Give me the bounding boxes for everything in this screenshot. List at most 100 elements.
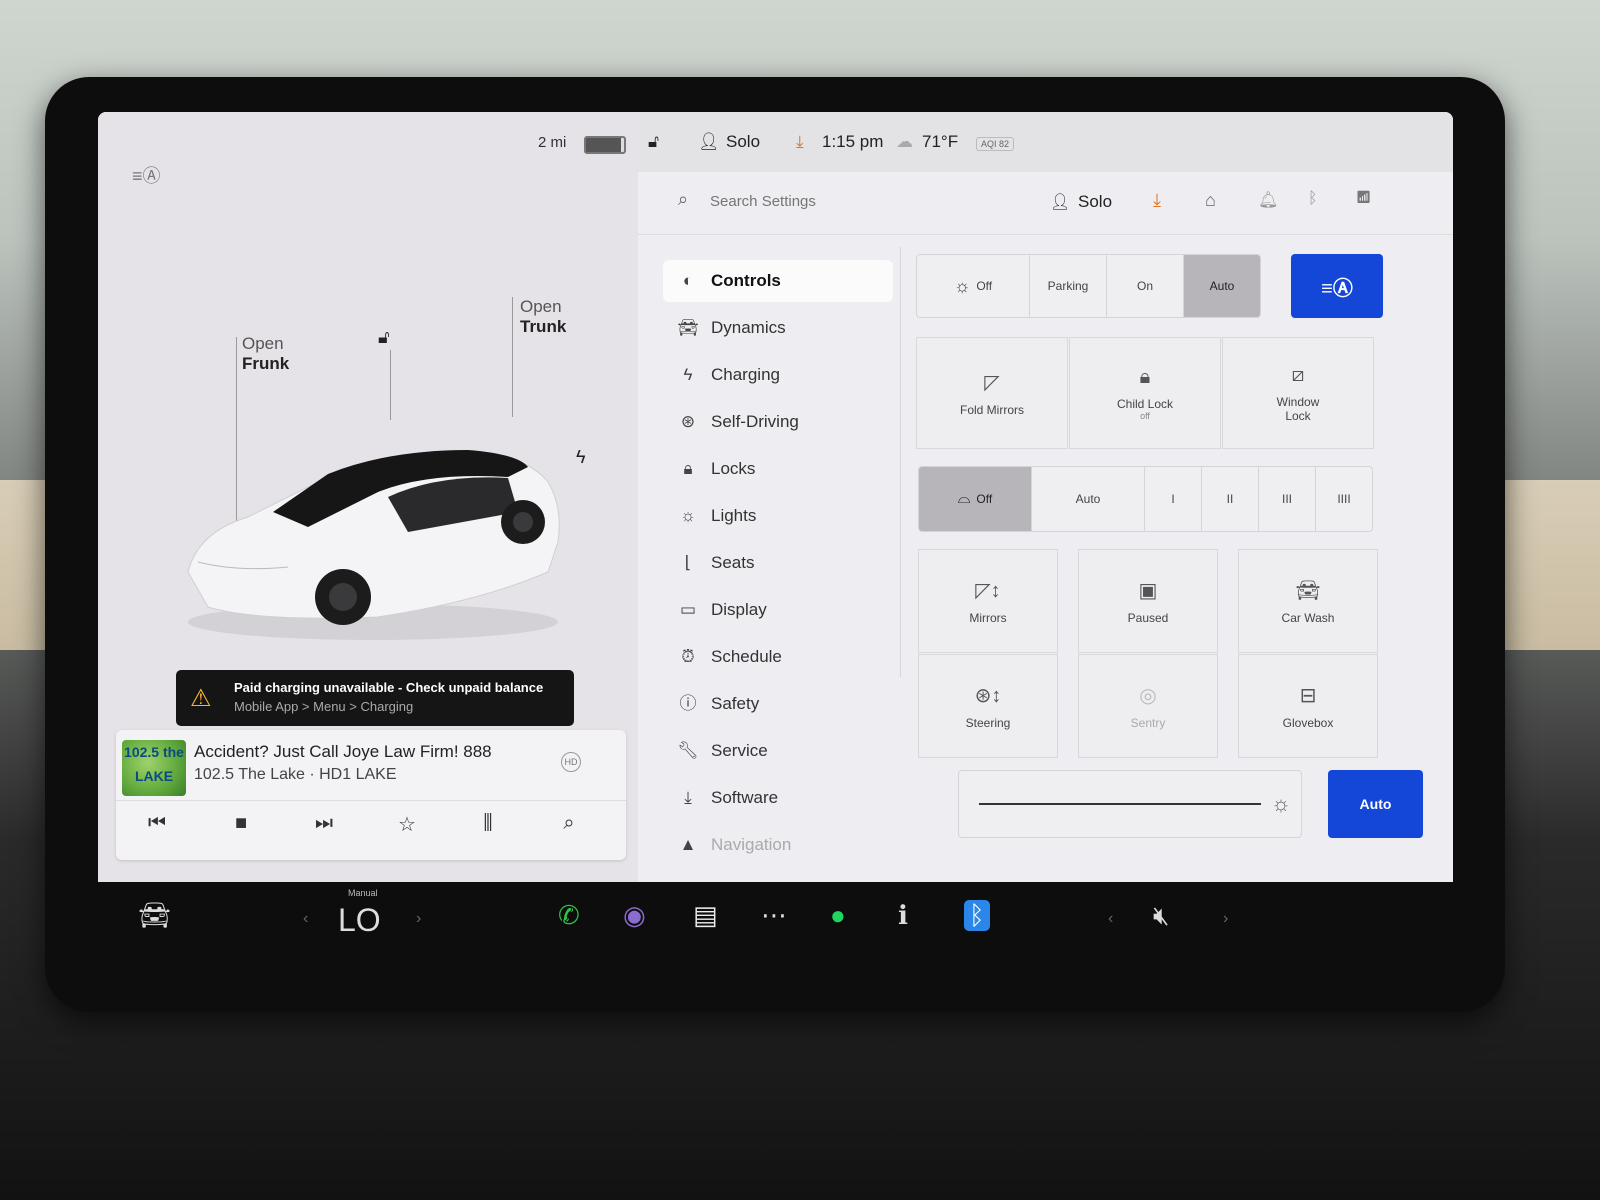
nav-controls[interactable]: ◐ Controls <box>663 260 893 302</box>
bolt-icon: ϟ <box>683 365 693 384</box>
nav-label: Schedule <box>711 647 782 666</box>
unlock-icon[interactable]: 🔓︎ <box>378 327 390 348</box>
sentry-button[interactable]: ◎ Sentry <box>1078 654 1218 758</box>
charging-alert[interactable]: ⚠ Paid charging unavailable - Check unpa… <box>176 670 574 726</box>
software-update-icon[interactable]: ⤓ <box>1153 190 1161 211</box>
search-icon[interactable]: ⌕ <box>554 812 584 835</box>
headlights-parking-button[interactable]: Parking <box>1030 255 1107 317</box>
nav-label: Locks <box>711 459 756 478</box>
settings-nav: ◐ Controls 🚘︎ Dynamics ϟ Charging ⊛ Self-Dri… <box>663 260 893 871</box>
nav-service[interactable]: 🔧︎ Service <box>663 730 893 777</box>
open-trunk-button[interactable]: Open Trunk <box>520 297 566 337</box>
notification-bell-icon[interactable]: 🔔︎ <box>1258 190 1278 210</box>
cabin-temperature[interactable]: LO <box>338 902 381 939</box>
nav-charging[interactable]: ϟ Charging <box>663 354 893 401</box>
wipers-off-button[interactable]: ⌓ Off <box>919 467 1032 531</box>
nav-label: Safety <box>711 694 760 713</box>
next-icon[interactable]: ⏭ <box>309 812 339 835</box>
bluetooth-icon[interactable]: ᛒ <box>1308 190 1318 208</box>
nav-label: Dynamics <box>711 318 786 337</box>
headlights-on-button[interactable]: On <box>1107 255 1184 317</box>
steering-adjust-button[interactable]: ⊛↕ Steering <box>918 654 1058 758</box>
camera-icon[interactable]: ◉ <box>623 900 646 931</box>
favorite-star-icon[interactable]: ☆ <box>392 812 422 837</box>
more-apps-icon[interactable]: ⋯ <box>761 900 787 931</box>
sun-icon: ☼ <box>953 275 971 296</box>
previous-icon[interactable]: ⏮ <box>142 812 172 835</box>
glovebox-button[interactable]: ⊟ Glovebox <box>1238 654 1378 758</box>
window-lock-button[interactable]: ⧄ Window Lock <box>1222 337 1374 449</box>
wipers-auto-button[interactable]: Auto <box>1032 467 1145 531</box>
nav-display[interactable]: ▭ Display <box>663 589 893 636</box>
nav-label: Seats <box>711 553 755 572</box>
wipers-speed-1-label: I <box>1171 492 1175 506</box>
child-lock-status: off <box>1140 410 1150 421</box>
window-lock-label: Window Lock <box>1276 394 1320 423</box>
status-profile-name[interactable]: Solo <box>726 132 760 152</box>
nav-schedule[interactable]: ⏰︎ Schedule <box>663 636 893 683</box>
nav-dynamics[interactable]: 🚘︎ Dynamics <box>663 307 893 354</box>
spotify-icon[interactable]: ● <box>830 900 846 931</box>
nav-lights[interactable]: ☼ Lights <box>663 495 893 542</box>
brightness-auto-button[interactable]: Auto <box>1328 770 1423 838</box>
car-icon: 🚘︎ <box>677 318 699 337</box>
unlock-status-icon[interactable]: 🔓︎ <box>648 132 659 152</box>
charge-port-icon[interactable]: ϟ <box>576 447 586 468</box>
nav-label: Self-Driving <box>711 412 799 431</box>
car-wash-button[interactable]: 🚘︎ Car Wash <box>1238 549 1378 653</box>
mute-icon[interactable]: 🔇︎ <box>1153 900 1169 932</box>
lte-signal-icon: 📶︎ <box>1356 190 1372 204</box>
steering-adjust-icon: ⊛↕ <box>974 684 1002 707</box>
brightness-track[interactable] <box>979 803 1261 805</box>
update-download-icon[interactable]: ⤓ <box>796 132 804 152</box>
weather-icon: ☁ <box>896 132 913 151</box>
volume-up-chevron-icon[interactable]: › <box>1223 910 1228 928</box>
open-frunk-button[interactable]: Open Frunk <box>242 334 289 374</box>
wiper-icon: ⌓ <box>957 490 971 507</box>
wipers-speed-3-button[interactable]: III <box>1259 467 1316 531</box>
display-brightness-slider[interactable]: ☼ <box>958 770 1302 838</box>
calendar-icon[interactable]: ▤ <box>693 900 718 931</box>
homelink-icon[interactable]: ⌂ <box>1205 190 1216 211</box>
settings-header: ⌕ 👤︎ Solo ⤓ ⌂ 🔔︎ ᛒ 📶︎ <box>638 172 1453 235</box>
dashcam-button[interactable]: ▣ Paused <box>1078 549 1218 653</box>
nav-label: Display <box>711 600 767 619</box>
profile-icon: 👤︎ <box>698 132 720 151</box>
bluetooth-icon[interactable]: ᛒ <box>964 900 990 931</box>
header-profile-name[interactable]: Solo <box>1078 192 1112 212</box>
mirrors-adjust-button[interactable]: ◸↕ Mirrors <box>918 549 1058 653</box>
auto-high-beam-icon: ≡Ⓐ <box>1321 277 1353 300</box>
headlights-auto-button[interactable]: Auto <box>1184 255 1260 317</box>
auto-high-beam-button[interactable]: ≡Ⓐ <box>1291 254 1383 318</box>
hd-radio-badge: HD <box>561 752 581 772</box>
stop-icon[interactable]: ■ <box>226 812 256 835</box>
car-icon[interactable]: 🚘︎ <box>138 900 171 931</box>
wipers-speed-4-button[interactable]: IIII <box>1316 467 1372 531</box>
battery-range: 2 mi <box>538 134 567 151</box>
child-lock-button[interactable]: 🔒︎ Child Lock off <box>1069 337 1221 449</box>
trunk-label: Trunk <box>520 317 567 336</box>
volume-down-chevron-icon[interactable]: ‹ <box>1108 910 1113 928</box>
nav-label: Charging <box>711 365 780 384</box>
phone-icon[interactable]: ✆ <box>558 900 580 931</box>
nav-software[interactable]: ⤓ Software <box>663 777 893 824</box>
station-logo: 102.5 the LAKE <box>122 740 186 796</box>
car-wash-label: Car Wash <box>1281 610 1335 625</box>
temp-up-chevron-icon[interactable]: › <box>416 910 421 928</box>
manual-info-icon[interactable]: ℹ <box>898 900 908 931</box>
nav-seats[interactable]: ⌊ Seats <box>663 542 893 589</box>
equalizer-icon[interactable]: ⫼ <box>473 812 503 835</box>
nav-locks[interactable]: 🔒︎ Locks <box>663 448 893 495</box>
fold-mirrors-button[interactable]: ◸ Fold Mirrors <box>916 337 1068 449</box>
temp-down-chevron-icon[interactable]: ‹ <box>303 910 308 928</box>
nav-safety[interactable]: ⓘ Safety <box>663 683 893 730</box>
search-settings-input[interactable] <box>708 192 1012 211</box>
nav-navigation[interactable]: ▲ Navigation <box>663 824 893 871</box>
battery-icon <box>584 136 626 154</box>
nav-self-driving[interactable]: ⊛ Self-Driving <box>663 401 893 448</box>
profile-icon: 👤︎ <box>1050 194 1071 211</box>
headlights-off-label: Off <box>976 279 993 293</box>
wipers-speed-1-button[interactable]: I <box>1145 467 1202 531</box>
wipers-speed-2-button[interactable]: II <box>1202 467 1259 531</box>
headlights-off-button[interactable]: ☼ Off <box>917 255 1030 317</box>
